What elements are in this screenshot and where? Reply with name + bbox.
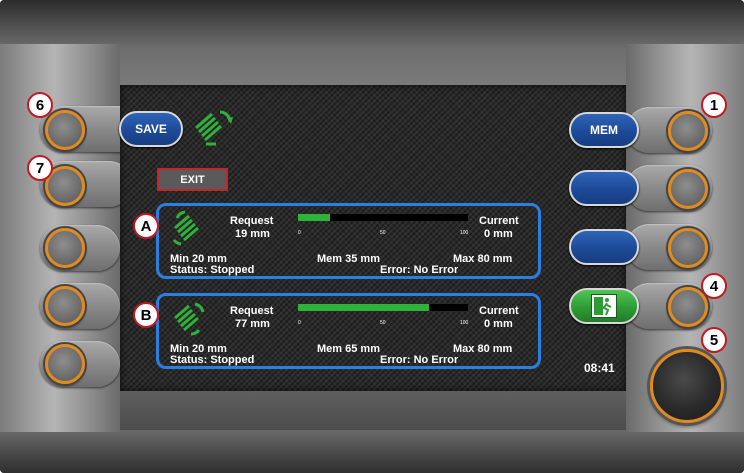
rotary-knob[interactable] [650,349,724,423]
tick-label: 50 [380,320,386,326]
blank-softkey-3[interactable] [569,229,639,265]
callout-marker: A [133,213,159,239]
request-value: 77 mm [235,318,270,330]
hardware-button-left-3[interactable] [45,228,85,268]
blank-softkey-2[interactable] [569,170,639,206]
emergency-exit-icon [591,294,617,318]
brush-rotate-icon [192,108,234,148]
current-value: 0 mm [484,228,513,240]
tick-label: 0 [298,320,301,326]
tick-label: 50 [380,230,386,236]
save-button[interactable]: SAVE [119,111,183,147]
request-label: Request [230,215,274,227]
error-text: Error: No Error [380,354,459,366]
hardware-button-6[interactable] [45,110,85,150]
request-value: 19 mm [235,228,270,240]
hardware-button-right-3[interactable] [668,228,708,268]
callout-marker: 7 [27,155,53,181]
hardware-button-1[interactable] [668,111,708,151]
callout-marker: 5 [701,327,727,353]
max-value: Max 80 mm [453,343,513,355]
tick-label: 0 [298,230,301,236]
current-value: 0 mm [484,318,513,330]
actuator-panel-b[interactable]: Request 77 mm 0 50 100 Current 0 mm Min … [156,293,541,369]
request-label: Request [230,305,274,317]
tick-label: 100 [460,320,469,326]
hardware-button-4[interactable] [668,287,708,327]
mem-button[interactable]: MEM [569,112,639,148]
brush-rotate-icon [171,210,207,246]
position-bar-fill [298,304,429,311]
clock-display: 08:41 [584,361,615,375]
device-bottom-bezel [0,430,744,473]
current-label: Current [479,215,519,227]
callout-marker: 6 [27,92,53,118]
mem-value: Mem 65 mm [317,343,380,355]
hardware-button-right-2[interactable] [668,169,708,209]
tick-label: 100 [460,230,469,236]
control-terminal: SAVE MEM EXIT Request 19 mm 0 50 100 Cur… [0,0,744,473]
device-top-bezel [0,0,744,48]
error-text: Error: No Error [380,264,459,276]
exit-green-button[interactable] [569,288,639,324]
current-label: Current [479,305,519,317]
hardware-button-left-5[interactable] [45,344,85,384]
callout-marker: 1 [701,92,727,118]
hardware-button-left-4[interactable] [45,286,85,326]
position-bar-fill [298,214,331,221]
position-bar [298,214,468,221]
brush-rotate-icon [171,300,207,336]
exit-button[interactable]: EXIT [157,168,228,191]
status-text: Status: Stopped [170,264,255,276]
status-text: Status: Stopped [170,354,255,366]
actuator-panel-a[interactable]: Request 19 mm 0 50 100 Current 0 mm Min … [156,203,541,279]
max-value: Max 80 mm [453,253,513,265]
position-bar [298,304,468,311]
mem-value: Mem 35 mm [317,253,380,265]
callout-marker: B [133,302,159,328]
callout-marker: 4 [701,273,727,299]
